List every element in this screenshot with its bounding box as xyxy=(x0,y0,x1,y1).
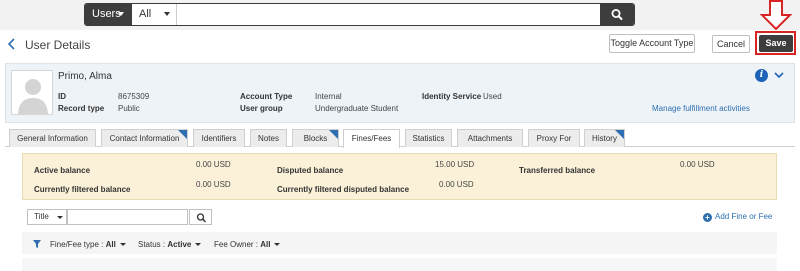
caret-down-icon xyxy=(119,243,126,246)
active-balance-label: Active balance xyxy=(34,166,91,175)
manage-fulfillment-link[interactable]: Manage fulfillment activities xyxy=(652,104,750,113)
filter-input[interactable] xyxy=(67,209,188,225)
back-chevron-icon[interactable] xyxy=(7,38,17,50)
caret-down-icon xyxy=(57,216,63,219)
user-summary-card: Primo, Alma ID 8675309 Record type Publi… xyxy=(5,63,795,123)
tab-label: Fines/Fees xyxy=(351,134,392,143)
identity-service-label: Identity Service xyxy=(422,92,482,101)
tab-label: General Information xyxy=(17,134,88,143)
tab-corner-marker-icon xyxy=(615,130,624,139)
page-header: User Details Toggle Account Type Cancel xyxy=(0,31,800,58)
page-title: User Details xyxy=(25,38,91,52)
facet-value: All xyxy=(105,240,116,249)
tab-corner-marker-icon xyxy=(329,130,338,139)
transferred-balance-value: 0.00 USD xyxy=(680,160,715,169)
user-name: Primo, Alma xyxy=(58,71,112,82)
facet-fine-fee-type[interactable]: Fine/Fee type : All xyxy=(50,240,126,249)
tab-proxy-for[interactable]: Proxy For xyxy=(528,129,580,147)
tab-label: Contact Information xyxy=(109,134,180,143)
toggle-account-type-button[interactable]: Toggle Account Type xyxy=(609,34,695,53)
user-group-label: User group xyxy=(240,104,283,113)
plus-icon: + xyxy=(703,213,712,222)
search-scope-label: Users xyxy=(92,8,121,20)
avatar xyxy=(11,70,53,115)
filter-search-button[interactable] xyxy=(189,209,212,225)
facet-bar: Fine/Fee type : All Status : Active Fee … xyxy=(22,232,777,254)
tab-bar: General Information Contact Information … xyxy=(5,129,795,148)
caret-down-icon xyxy=(118,12,124,16)
id-label: ID xyxy=(58,92,66,101)
search-scope-dropdown[interactable]: Users xyxy=(85,4,132,25)
tab-label: Statistics xyxy=(412,134,445,143)
tab-statistics[interactable]: Statistics xyxy=(405,129,452,147)
record-type-value: Public xyxy=(118,104,140,113)
top-search-bar: Users All xyxy=(0,0,800,30)
tab-label: Notes xyxy=(258,134,279,143)
user-group-value: Undergraduate Student xyxy=(315,104,399,113)
tab-general-information[interactable]: General Information xyxy=(9,129,96,147)
tab-fines-fees[interactable]: Fines/Fees xyxy=(343,129,400,148)
active-balance-value: 0.00 USD xyxy=(196,160,231,169)
filter-field-label: Title xyxy=(34,212,49,221)
tab-label: History xyxy=(592,134,617,143)
filtered-disputed-balance-value: 0.00 USD xyxy=(439,180,474,189)
facet-label: Fee Owner : xyxy=(214,240,259,249)
results-area xyxy=(22,258,777,271)
search-filter-label: All xyxy=(139,8,152,20)
filtered-balance-label: Currently filtered balance xyxy=(34,185,131,194)
info-icon[interactable]: i xyxy=(755,69,768,82)
search-input[interactable] xyxy=(178,4,600,25)
disputed-balance-label: Disputed balance xyxy=(277,166,344,175)
save-button[interactable]: Save xyxy=(759,35,793,52)
filter-field-dropdown[interactable]: Title xyxy=(27,209,67,225)
cancel-button[interactable]: Cancel xyxy=(712,35,750,53)
tab-label: Blocks xyxy=(303,134,328,143)
facet-fee-owner[interactable]: Fee Owner : All xyxy=(214,240,281,249)
tab-label: Attachments xyxy=(467,134,513,143)
tab-notes[interactable]: Notes xyxy=(250,129,287,147)
add-fine-or-fee-button[interactable]: + Add Fine or Fee xyxy=(703,212,772,222)
record-type-label: Record type xyxy=(58,104,105,113)
account-type-value: Internal xyxy=(315,92,342,101)
caret-down-icon xyxy=(195,243,202,246)
caret-down-icon xyxy=(164,12,170,16)
chevron-down-icon[interactable] xyxy=(774,71,784,79)
facet-label: Status : xyxy=(138,240,166,249)
search-icon xyxy=(196,213,206,223)
highlight-arrow-icon xyxy=(759,0,793,31)
tab-identifiers[interactable]: Identifiers xyxy=(193,129,245,147)
facet-value: Active xyxy=(167,240,192,249)
account-type-label: Account Type xyxy=(240,92,293,101)
caret-down-icon xyxy=(274,243,281,246)
search-button[interactable] xyxy=(600,4,634,25)
tab-corner-marker-icon xyxy=(178,130,187,139)
search-filter-dropdown[interactable]: All xyxy=(132,4,177,25)
add-fine-or-fee-label: Add Fine or Fee xyxy=(715,212,773,221)
disputed-balance-value: 15.00 USD xyxy=(435,160,475,169)
tab-history[interactable]: History xyxy=(584,129,625,147)
facet-label: Fine/Fee type : xyxy=(50,240,104,249)
transferred-balance-label: Transferred balance xyxy=(519,166,596,175)
facet-status[interactable]: Status : Active xyxy=(138,240,202,249)
tab-label: Identifiers xyxy=(201,134,237,143)
search-icon xyxy=(611,9,623,20)
tab-contact-information[interactable]: Contact Information xyxy=(101,129,188,147)
global-search: Users All xyxy=(84,3,635,26)
tab-attachments[interactable]: Attachments xyxy=(457,129,523,147)
identity-service-value: Used xyxy=(483,92,502,101)
filter-funnel-icon[interactable] xyxy=(33,240,41,248)
user-silhouette-icon xyxy=(18,79,48,114)
tab-blocks[interactable]: Blocks xyxy=(292,129,339,147)
id-value: 8675309 xyxy=(118,92,150,101)
balance-summary: Active balance 0.00 USD Currently filter… xyxy=(22,153,777,200)
tab-label: Proxy For xyxy=(536,134,572,143)
facet-value: All xyxy=(260,240,271,249)
filtered-disputed-balance-label: Currently filtered disputed balance xyxy=(277,185,410,194)
filtered-balance-value: 0.00 USD xyxy=(196,180,231,189)
